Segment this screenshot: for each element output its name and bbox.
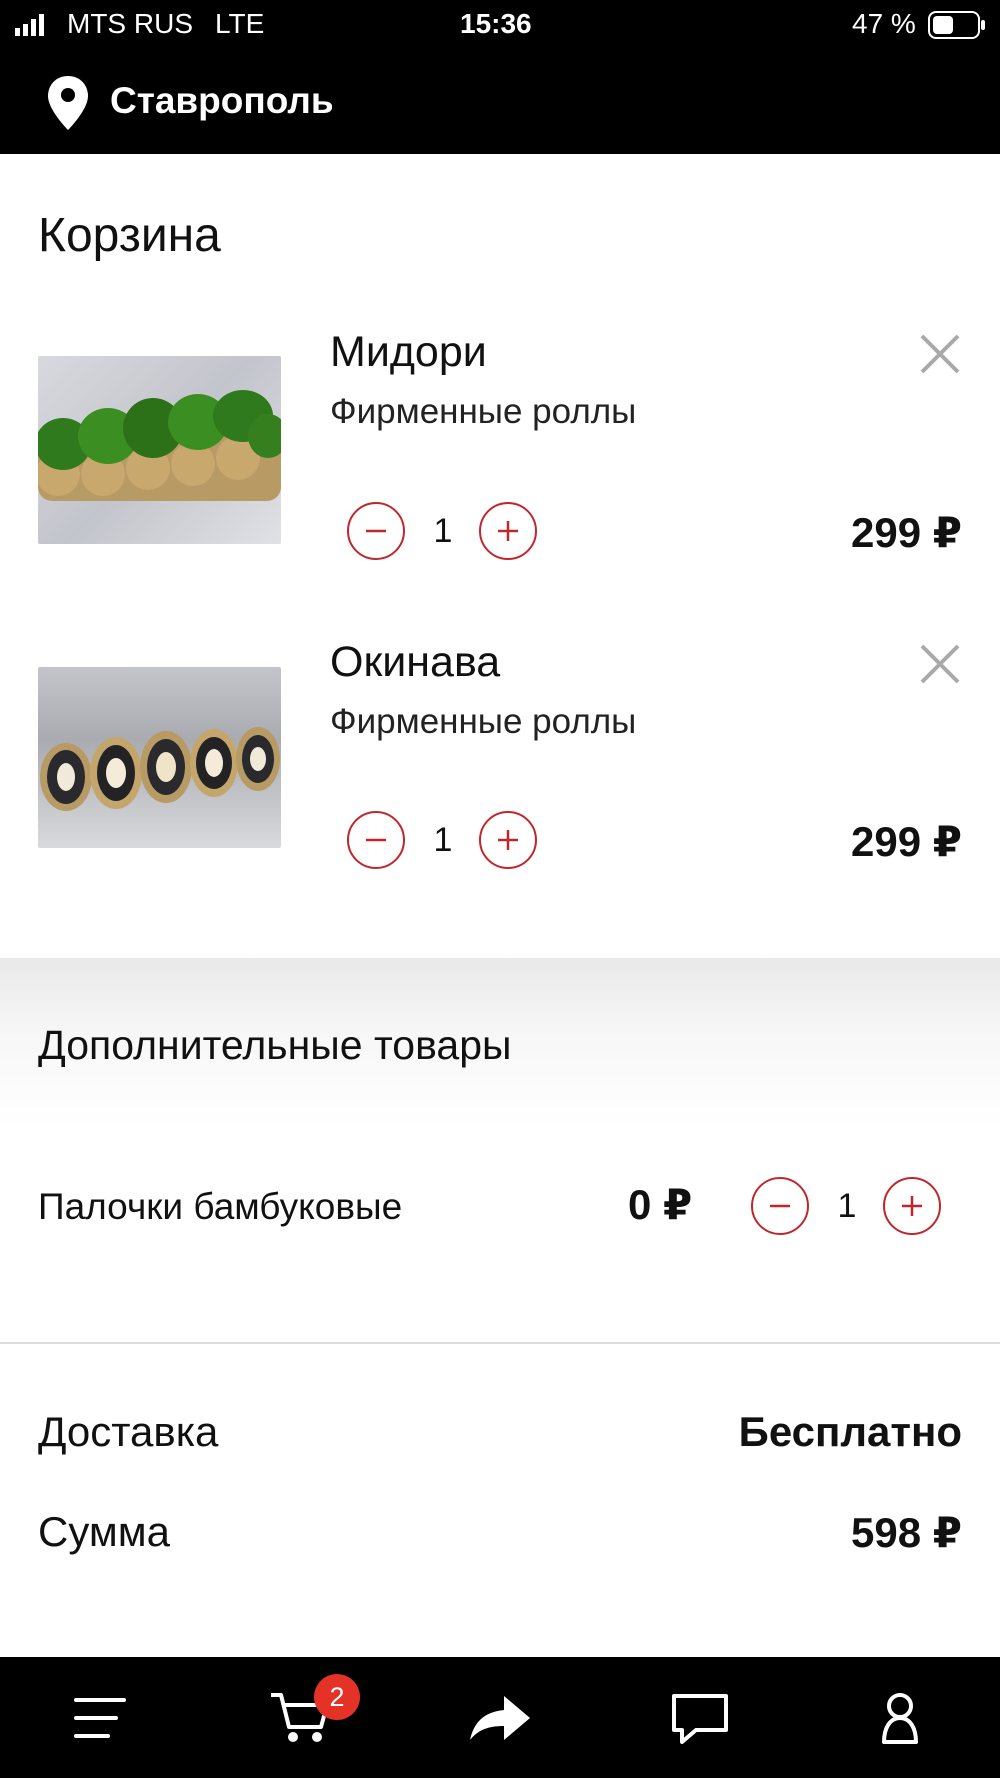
item-name: Мидори <box>330 328 487 376</box>
chat-icon <box>672 1693 728 1744</box>
location-pin-icon[interactable] <box>48 76 92 132</box>
nav-cart[interactable] <box>200 1657 400 1778</box>
decrease-quantity-button[interactable] <box>347 811 405 869</box>
close-icon <box>920 334 960 374</box>
nav-menu[interactable] <box>0 1657 200 1778</box>
carrier-name: MTS RUS <box>67 8 193 39</box>
header-bar: Ставрополь <box>0 52 1000 154</box>
minus-icon <box>366 838 386 842</box>
divider <box>0 1342 1000 1344</box>
share-icon <box>470 1695 530 1740</box>
nav-share[interactable] <box>400 1657 600 1778</box>
item-price: 299 ₽ <box>851 818 962 865</box>
menu-icon <box>74 1697 126 1738</box>
item-name: Окинава <box>330 638 501 686</box>
item-image[interactable] <box>38 356 281 544</box>
network-type: LTE <box>215 8 265 39</box>
increase-quantity-button[interactable] <box>479 811 537 869</box>
delivery-value: Бесплатно <box>738 1408 962 1455</box>
city-selector[interactable]: Ставрополь <box>110 80 334 122</box>
decrease-quantity-button[interactable] <box>751 1177 809 1235</box>
nav-chat[interactable] <box>600 1657 800 1778</box>
status-bar: MTS RUS LTE 15:36 47 % <box>0 0 1000 52</box>
quantity-value: 1 <box>433 821 453 859</box>
quantity-value: 1 <box>433 512 453 550</box>
plus-icon <box>498 521 518 541</box>
cart-count-badge: 2 <box>314 1674 360 1720</box>
quantity-value: 1 <box>837 1187 857 1225</box>
extra-item-name: Палочки бамбуковые <box>38 1186 403 1227</box>
delivery-label: Доставка <box>38 1408 219 1455</box>
item-category: Фирменные роллы <box>330 392 637 431</box>
plus-icon <box>902 1196 922 1216</box>
extra-item-price: 0 ₽ <box>628 1181 693 1228</box>
bottom-nav <box>0 1657 1000 1778</box>
decrease-quantity-button[interactable] <box>347 502 405 560</box>
plus-icon <box>498 830 518 850</box>
profile-icon <box>882 1692 918 1744</box>
total-label: Сумма <box>38 1508 170 1555</box>
item-price: 299 ₽ <box>851 509 962 556</box>
item-category: Фирменные роллы <box>330 702 637 741</box>
increase-quantity-button[interactable] <box>883 1177 941 1235</box>
remove-item-button[interactable] <box>918 332 962 376</box>
nav-profile[interactable] <box>800 1657 1000 1778</box>
clock: 15:36 <box>460 8 532 39</box>
total-value: 598 ₽ <box>851 1509 962 1556</box>
minus-icon <box>770 1204 790 1208</box>
page-title: Корзина <box>38 209 221 262</box>
close-icon <box>920 644 960 684</box>
remove-item-button[interactable] <box>918 642 962 686</box>
signal-icon <box>15 14 44 36</box>
increase-quantity-button[interactable] <box>479 502 537 560</box>
item-image[interactable] <box>38 667 281 848</box>
battery-icon <box>928 11 985 39</box>
extras-title: Дополнительные товары <box>38 1022 512 1068</box>
battery-percent: 47 % <box>852 8 916 39</box>
minus-icon <box>366 529 386 533</box>
